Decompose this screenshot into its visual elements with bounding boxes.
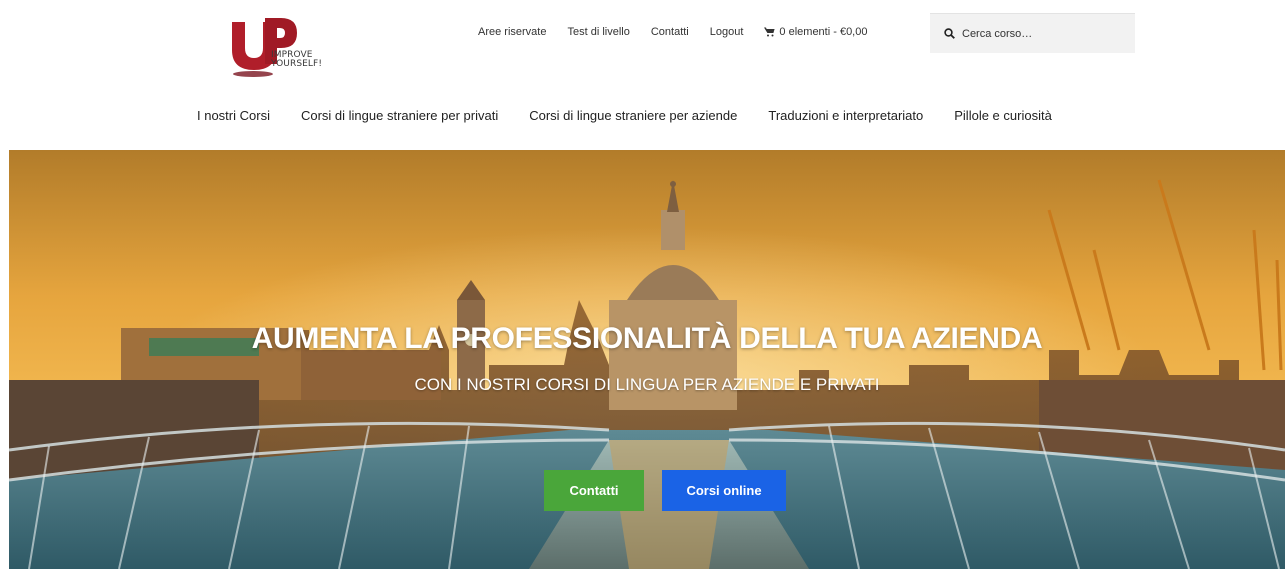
- search-input[interactable]: [962, 27, 1132, 40]
- hero-background-image: [9, 150, 1285, 569]
- nav-item-corsi-privati[interactable]: Corsi di lingue straniere per privati: [301, 108, 498, 123]
- nav-item-traduzioni[interactable]: Traduzioni e interpretariato: [768, 108, 923, 123]
- contatti-button[interactable]: Contatti: [544, 470, 644, 511]
- cart-link[interactable]: 0 elementi - €0,00: [764, 26, 867, 38]
- main-navigation: I nostri Corsi Corsi di lingue straniere…: [197, 108, 1052, 123]
- site-header: IMPROVE YOURSELF! Aree riservate Test di…: [0, 0, 1285, 150]
- top-links: Aree riservate Test di livello Contatti …: [478, 26, 888, 38]
- search-box[interactable]: [930, 13, 1135, 53]
- top-link-aree-riservate[interactable]: Aree riservate: [478, 26, 546, 38]
- logo-mark: [232, 18, 297, 77]
- cart-summary: 0 elementi - €0,00: [779, 26, 868, 38]
- top-link-logout[interactable]: Logout: [710, 26, 744, 38]
- nav-item-corsi-aziende[interactable]: Corsi di lingue straniere per aziende: [529, 108, 737, 123]
- search-icon: [944, 28, 955, 39]
- hero-banner: AUMENTA LA PROFESSIONALITÀ DELLA TUA AZI…: [9, 150, 1285, 569]
- nav-item-pillole[interactable]: Pillole e curiosità: [954, 108, 1052, 123]
- site-logo[interactable]: IMPROVE YOURSELF!: [229, 14, 339, 82]
- corsi-online-button[interactable]: Corsi online: [662, 470, 786, 511]
- nav-item-i-nostri-corsi[interactable]: I nostri Corsi: [197, 108, 270, 123]
- hero-title: AUMENTA LA PROFESSIONALITÀ DELLA TUA AZI…: [251, 322, 1043, 355]
- top-link-test-di-livello[interactable]: Test di livello: [567, 26, 629, 38]
- cart-icon: [764, 27, 776, 37]
- hero-subtitle: CON I NOSTRI CORSI DI LINGUA PER AZIENDE…: [414, 375, 880, 394]
- top-link-contatti[interactable]: Contatti: [651, 26, 689, 38]
- logo-text: IMPROVE YOURSELF!: [271, 50, 323, 69]
